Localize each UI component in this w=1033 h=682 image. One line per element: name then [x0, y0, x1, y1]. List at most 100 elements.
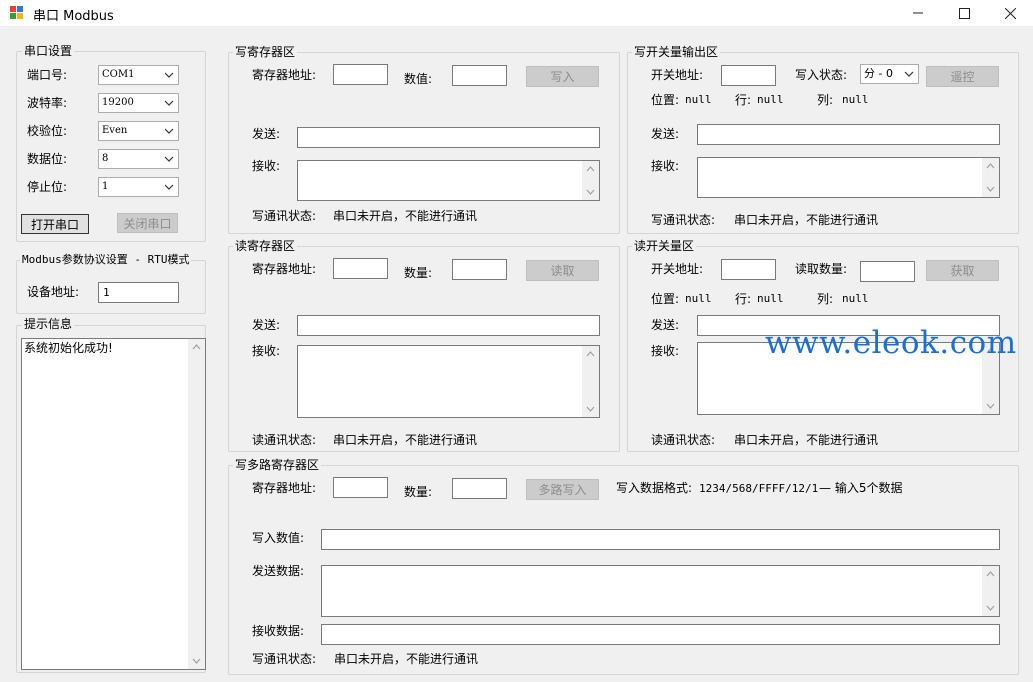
write-coil-receive-label: 接收:: [651, 159, 680, 173]
write-coil-address-label: 开关地址:: [651, 68, 704, 82]
write-coil-address-input[interactable]: [721, 65, 776, 86]
write-multi-receive-label: 接收数据:: [252, 624, 305, 638]
chevron-down-icon[interactable]: [982, 599, 999, 616]
read-coil-position-value: null: [685, 292, 712, 305]
read-register-button[interactable]: 读取: [526, 260, 599, 281]
write-multi-address-label: 寄存器地址:: [252, 481, 317, 495]
write-register-address-input[interactable]: [333, 64, 388, 85]
baud-combo[interactable]: 19200: [98, 93, 179, 113]
stop-bits-value: 1: [102, 181, 109, 192]
minimize-button[interactable]: [895, 0, 941, 26]
write-coil-state-label: 写入状态:: [795, 68, 848, 82]
write-register-receive-scrollbar[interactable]: [582, 161, 599, 200]
info-log-scrollbar[interactable]: [188, 339, 205, 669]
read-register-receive-label: 接收:: [252, 344, 281, 358]
write-multi-send-textarea[interactable]: [321, 565, 1000, 617]
chevron-down-icon[interactable]: [188, 652, 205, 669]
minimize-icon: [913, 12, 923, 14]
info-log-textarea[interactable]: 系统初始化成功!: [21, 338, 206, 670]
read-coil-address-label: 开关地址:: [651, 262, 704, 276]
chevron-down-icon[interactable]: [582, 183, 599, 200]
read-coil-receive-label: 接收:: [651, 344, 680, 358]
data-bits-combo[interactable]: 8: [98, 149, 179, 169]
read-coil-count-input[interactable]: [860, 261, 915, 282]
write-coil-status-label: 写通讯状态:: [651, 213, 716, 227]
write-coil-state-combo[interactable]: 分 - 0: [860, 64, 919, 84]
chevron-up-icon[interactable]: [582, 346, 599, 363]
read-register-receive-scrollbar[interactable]: [582, 346, 599, 417]
chevron-down-icon[interactable]: [982, 180, 999, 197]
close-window-button[interactable]: [987, 0, 1033, 26]
write-coil-control-button[interactable]: 遥控: [926, 66, 999, 87]
device-address-input[interactable]: 1: [98, 282, 179, 303]
port-value: COM1: [102, 69, 135, 80]
stop-bits-combo[interactable]: 1: [98, 177, 179, 197]
baud-label: 波特率:: [27, 96, 68, 110]
write-register-send-input[interactable]: [297, 127, 600, 148]
write-multi-count-input[interactable]: [452, 478, 507, 499]
device-address-label: 设备地址:: [27, 285, 80, 299]
read-register-receive-textarea[interactable]: [297, 345, 600, 418]
write-multi-format-value: 1234/568/FFFF/12/1: [699, 482, 819, 495]
chevron-down-icon[interactable]: [582, 400, 599, 417]
write-register-receive-textarea[interactable]: [297, 160, 600, 201]
write-multi-status-value: 串口未开启，不能进行通讯: [334, 652, 479, 666]
write-register-title: 写寄存器区: [233, 45, 298, 59]
write-multi-send-label: 发送数据:: [252, 564, 305, 578]
chevron-down-icon: [164, 128, 174, 134]
write-coil-send-input[interactable]: [697, 124, 1000, 145]
close-port-button[interactable]: 关闭串口: [117, 213, 178, 233]
write-register-receive-label: 接收:: [252, 159, 281, 173]
read-register-send-input[interactable]: [297, 315, 600, 336]
write-register-send-label: 发送:: [252, 127, 281, 141]
write-register-button[interactable]: 写入: [526, 66, 599, 87]
read-coil-row-label: 行:: [735, 292, 752, 306]
chevron-down-icon: [164, 184, 174, 190]
write-multi-format-label: 写入数据格式:: [616, 481, 693, 495]
serial-settings-title: 串口设置: [22, 44, 75, 58]
read-coil-send-label: 发送:: [651, 318, 680, 332]
write-coil-col-label: 列:: [817, 93, 834, 107]
write-register-value-input[interactable]: [452, 65, 507, 86]
write-multi-count-label: 数量:: [404, 485, 433, 499]
modbus-settings-title: Modbus参数协议设置 - RTU模式: [20, 253, 192, 267]
maximize-button[interactable]: [941, 0, 987, 26]
write-coil-status-value: 串口未开启，不能进行通讯: [734, 213, 879, 227]
open-port-button[interactable]: 打开串口: [21, 214, 89, 234]
write-multi-values-input[interactable]: [321, 529, 1000, 550]
data-bits-label: 数据位:: [27, 152, 68, 166]
read-coil-count-label: 读取数量:: [795, 262, 848, 276]
chevron-up-icon[interactable]: [982, 566, 999, 583]
write-coil-title: 写开关量输出区: [632, 45, 721, 59]
write-register-status-value: 串口未开启，不能进行通讯: [333, 209, 478, 223]
write-multi-title: 写多路寄存器区: [233, 458, 322, 472]
write-coil-receive-textarea[interactable]: [697, 157, 1000, 198]
read-register-title: 读寄存器区: [233, 239, 298, 253]
read-coil-position-label: 位置:: [651, 292, 680, 306]
read-register-count-input[interactable]: [452, 259, 507, 280]
chevron-down-icon: [164, 156, 174, 162]
chevron-up-icon[interactable]: [188, 339, 205, 356]
app-icon: [10, 6, 24, 20]
write-multi-button[interactable]: 多路写入: [526, 479, 599, 500]
read-coil-title: 读开关量区: [632, 239, 697, 253]
port-combo[interactable]: COM1: [98, 65, 179, 85]
write-coil-send-label: 发送:: [651, 127, 680, 141]
write-multi-address-input[interactable]: [333, 477, 388, 498]
info-log-text: 系统初始化成功!: [24, 341, 113, 355]
close-icon: [1004, 7, 1016, 19]
read-coil-address-input[interactable]: [721, 259, 776, 280]
chevron-down-icon[interactable]: [982, 397, 999, 414]
parity-value: Even: [102, 125, 128, 136]
chevron-up-icon[interactable]: [582, 161, 599, 178]
write-coil-receive-scrollbar[interactable]: [982, 158, 999, 197]
write-multi-send-scrollbar[interactable]: [982, 566, 999, 616]
chevron-up-icon[interactable]: [982, 158, 999, 175]
write-multi-receive-input[interactable]: [321, 624, 1000, 645]
read-coil-get-button[interactable]: 获取: [926, 260, 999, 281]
title-bar: 串口 Modbus: [0, 0, 1033, 26]
write-multi-status-label: 写通讯状态:: [252, 652, 317, 666]
read-register-status-value: 串口未开启，不能进行通讯: [333, 433, 478, 447]
parity-combo[interactable]: Even: [98, 121, 179, 141]
read-register-address-input[interactable]: [333, 258, 388, 279]
